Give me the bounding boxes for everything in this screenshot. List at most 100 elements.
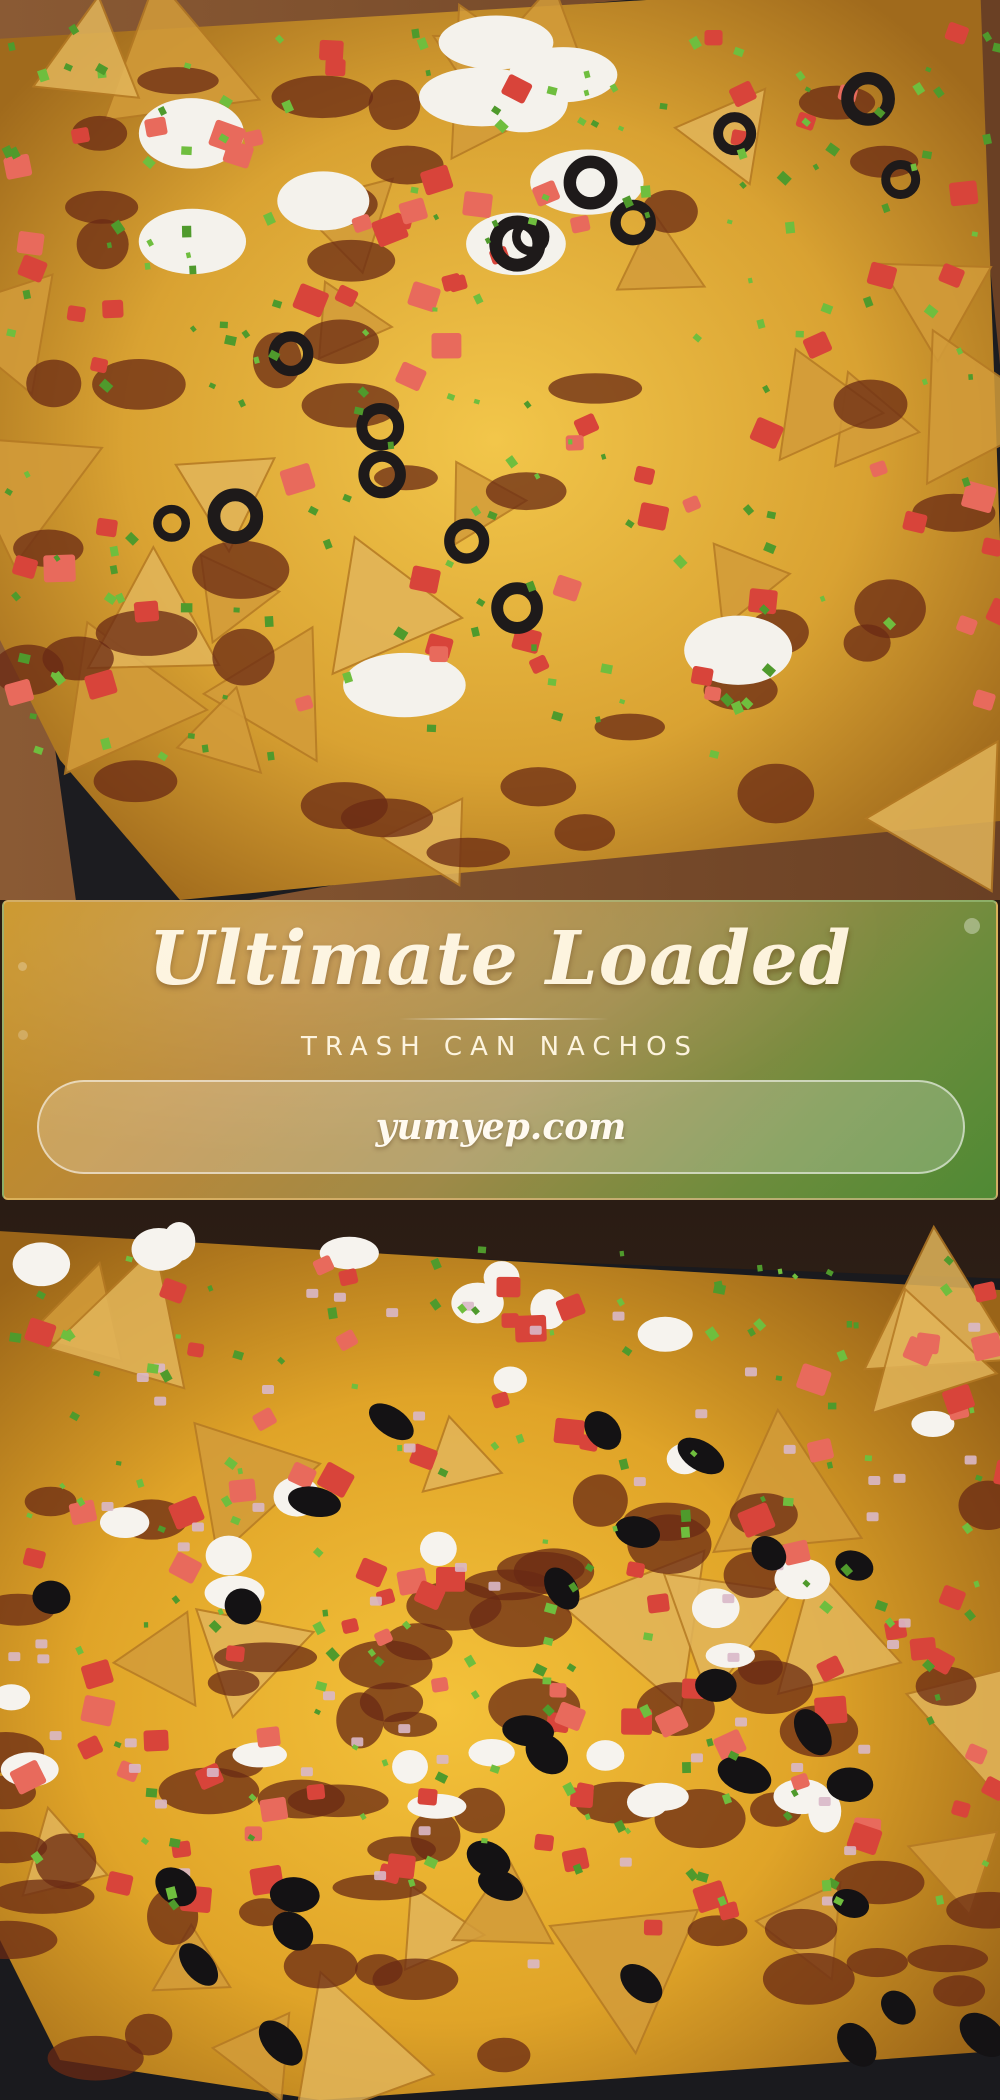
cilantro-flake [846, 1320, 852, 1328]
onion-piece [454, 1562, 467, 1572]
chili-clump [340, 798, 434, 838]
cilantro-flake [542, 1677, 552, 1685]
chili-clump [207, 1669, 260, 1696]
onion-piece [818, 1796, 831, 1806]
cilantro-flake [477, 1246, 487, 1254]
tomato-piece [144, 116, 168, 138]
onion-piece [49, 1731, 62, 1741]
cotija-crumble [162, 1222, 196, 1261]
chili-clump [65, 190, 139, 224]
onion-piece [398, 1724, 411, 1734]
onion-piece [413, 1411, 426, 1421]
cilantro-flake [180, 603, 193, 613]
cilantro-flake [29, 713, 37, 720]
chili-clump [192, 540, 290, 599]
cilantro-flake [756, 1264, 763, 1272]
tomato-piece [228, 1478, 257, 1503]
tomato-piece [949, 180, 979, 207]
chili-clump [283, 1943, 358, 1989]
onion-piece [101, 1502, 114, 1512]
chili-clump [368, 79, 421, 131]
tomato-piece [909, 1637, 937, 1661]
top-nachos-illustration [0, 0, 1000, 900]
cilantro-flake [264, 615, 274, 628]
cilantro-flake [680, 1526, 691, 1538]
onion-piece [403, 1443, 416, 1453]
chili-clump [35, 1833, 97, 1889]
cilantro-flake [619, 1250, 625, 1257]
onion-piece [323, 1691, 336, 1701]
onion-piece [968, 1322, 981, 1332]
cilantro-flake [266, 751, 275, 761]
cilantro-flake [9, 1332, 22, 1343]
onion-piece [154, 1396, 167, 1406]
tomato-piece [187, 1342, 205, 1358]
chili-clump [93, 760, 178, 803]
tomato-piece [501, 1313, 519, 1328]
cilantro-flake [351, 1383, 359, 1390]
cilantro-flake [432, 307, 438, 312]
onion-piece [722, 1594, 735, 1604]
chili-clump [594, 713, 665, 741]
tomato-piece [16, 231, 45, 256]
onion-piece [633, 1477, 646, 1487]
chili-clump [485, 472, 567, 511]
chili-clump [24, 1486, 77, 1517]
cilantro-flake [784, 221, 796, 234]
tomato-piece [431, 333, 462, 359]
cotija-crumble [637, 1316, 693, 1352]
tomato-piece [704, 29, 723, 46]
cilantro-flake [181, 225, 192, 238]
bottom-nachos-photo [0, 1200, 1000, 2100]
website-url: yumyep.com [375, 1106, 627, 1148]
chili-clump [548, 373, 643, 404]
sour-cream-dollop [138, 208, 247, 275]
tomato-piece [95, 517, 118, 538]
tomato-piece [325, 58, 346, 77]
onion-piece [191, 1522, 204, 1532]
cilantro-flake [568, 439, 573, 445]
tomato-piece [626, 1561, 645, 1578]
website-link[interactable]: yumyep.com [37, 1080, 965, 1174]
cilantro-flake [481, 1837, 488, 1844]
cilantro-flake [175, 1334, 181, 1339]
onion-piece [527, 1959, 540, 1969]
chili-clump [933, 1975, 986, 2007]
cilantro-flake [531, 644, 537, 652]
tomato-piece [319, 39, 344, 62]
onion-piece [868, 1475, 881, 1485]
onion-piece [333, 1292, 346, 1302]
tomato-piece [431, 1677, 449, 1693]
tomato-piece [225, 1645, 245, 1663]
title-banner: Ultimate Loaded TRASH CAN NACHOS yumyep.… [2, 900, 998, 1200]
onion-piece [735, 1717, 748, 1727]
onion-piece [8, 1652, 21, 1662]
onion-piece [744, 1367, 757, 1377]
chili-clump [833, 379, 908, 429]
chili-clump [374, 465, 438, 491]
cilantro-flake [775, 1375, 783, 1382]
sour-cream-dollop [343, 652, 466, 718]
onion-piece [35, 1639, 48, 1649]
tomato-piece [133, 600, 160, 623]
recipe-title: Ultimate Loaded [148, 916, 852, 1002]
cilantro-flake [547, 678, 557, 686]
chili-clump [426, 837, 511, 868]
cotija-crumble [633, 1782, 689, 1811]
tomato-piece [66, 305, 86, 323]
onion-piece [374, 1871, 387, 1881]
cilantro-flake [411, 28, 420, 39]
onion-piece [124, 1738, 137, 1748]
cilantro-flake [145, 1787, 158, 1798]
cilantro-flake [189, 265, 197, 275]
tomato-piece [534, 1833, 555, 1852]
tomato-piece [306, 1783, 326, 1801]
chili-clump [762, 1952, 855, 2005]
chili-clump [477, 2037, 531, 2073]
chili-clump [383, 1711, 438, 1737]
tomato-piece [259, 1796, 289, 1823]
cilantro-flake [327, 1307, 338, 1320]
tomato-piece [462, 191, 493, 219]
chili-clump [687, 1915, 748, 1947]
chili-clump [907, 1944, 989, 1973]
